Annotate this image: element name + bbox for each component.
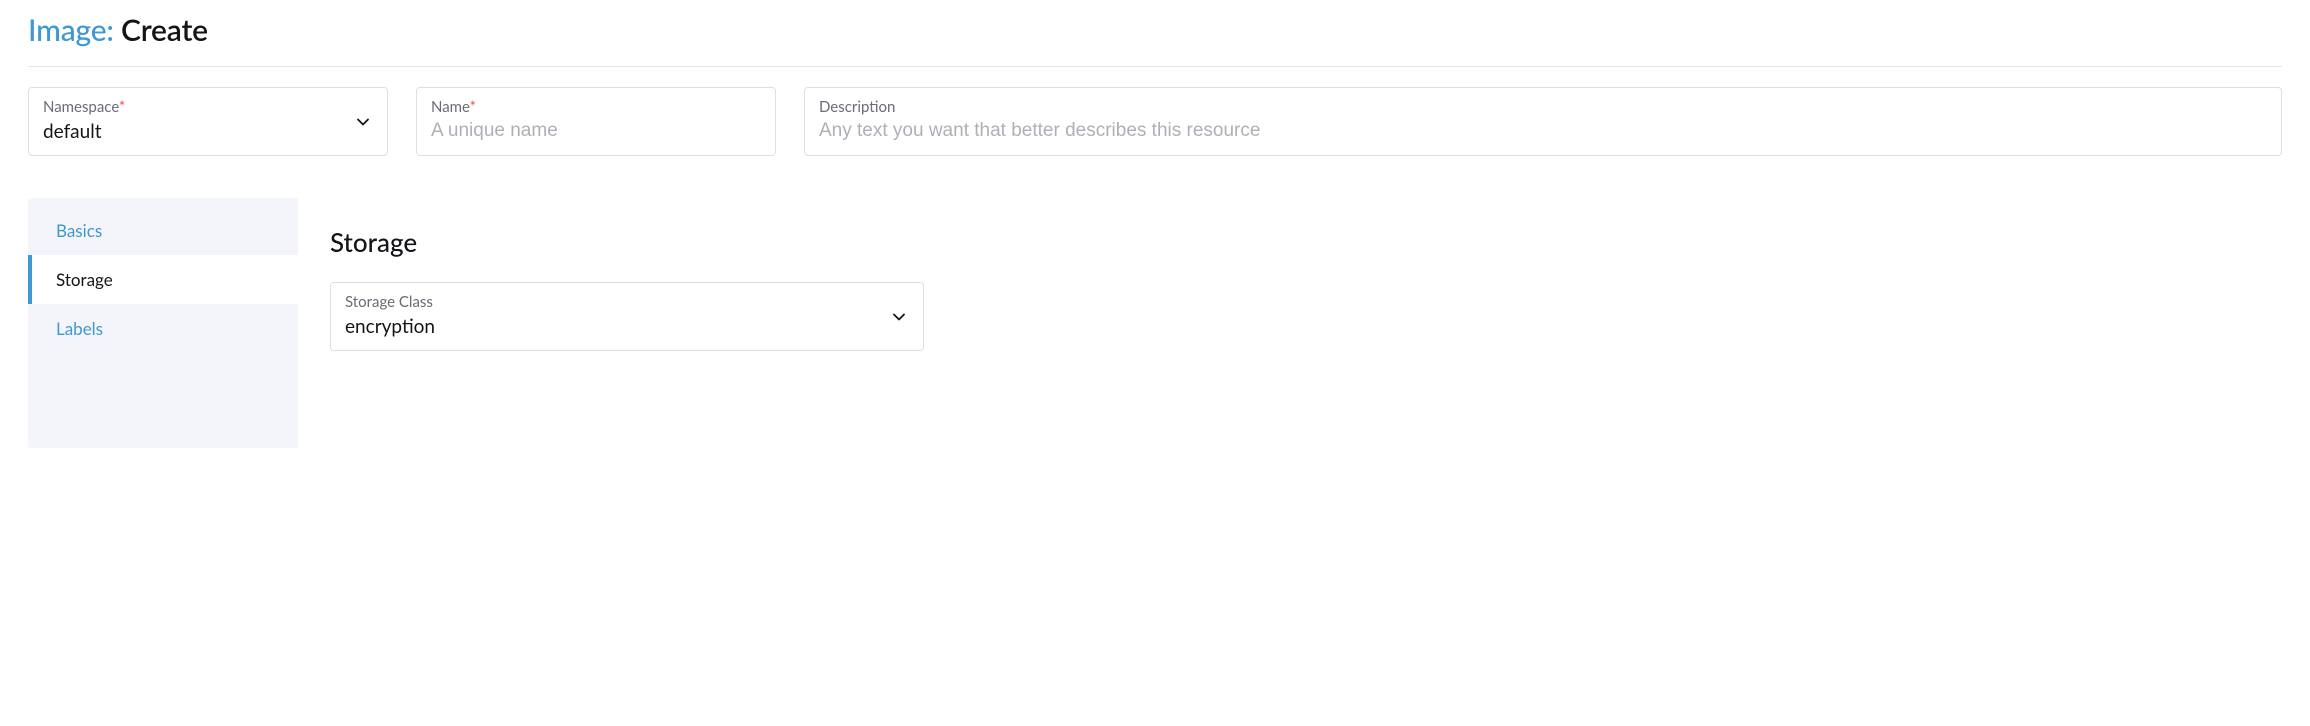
description-input[interactable] (819, 120, 2267, 142)
divider (28, 66, 2282, 67)
page-title: Image: Create (28, 12, 2282, 48)
required-indicator: * (119, 98, 125, 116)
description-label: Description (819, 98, 2267, 116)
description-field[interactable]: Description (804, 87, 2282, 156)
top-fields-row: Namespace* default Name* Description (28, 87, 2282, 156)
namespace-label-text: Namespace (43, 98, 119, 116)
page-title-text: Create (121, 12, 208, 48)
name-label: Name* (431, 98, 761, 116)
storage-class-label: Storage Class (345, 293, 909, 311)
tab-storage[interactable]: Storage (28, 255, 298, 304)
tab-content: Storage Storage Class encryption (298, 198, 2282, 448)
name-label-text: Name (431, 98, 470, 116)
tab-labels[interactable]: Labels (28, 304, 298, 353)
storage-class-select[interactable]: Storage Class encryption (330, 282, 924, 351)
namespace-select[interactable]: Namespace* default (28, 87, 388, 156)
name-field[interactable]: Name* (416, 87, 776, 156)
tab-basics[interactable]: Basics (28, 206, 298, 255)
namespace-value: default (43, 120, 373, 143)
namespace-label: Namespace* (43, 98, 373, 116)
tab-list: Basics Storage Labels (28, 198, 298, 448)
name-input[interactable] (431, 120, 761, 142)
page-title-prefix: Image: (28, 12, 114, 48)
required-indicator: * (470, 98, 476, 116)
storage-class-value: encryption (345, 315, 909, 338)
tabbed-panel: Basics Storage Labels Storage Storage Cl… (28, 198, 2282, 448)
storage-heading: Storage (330, 226, 2250, 258)
